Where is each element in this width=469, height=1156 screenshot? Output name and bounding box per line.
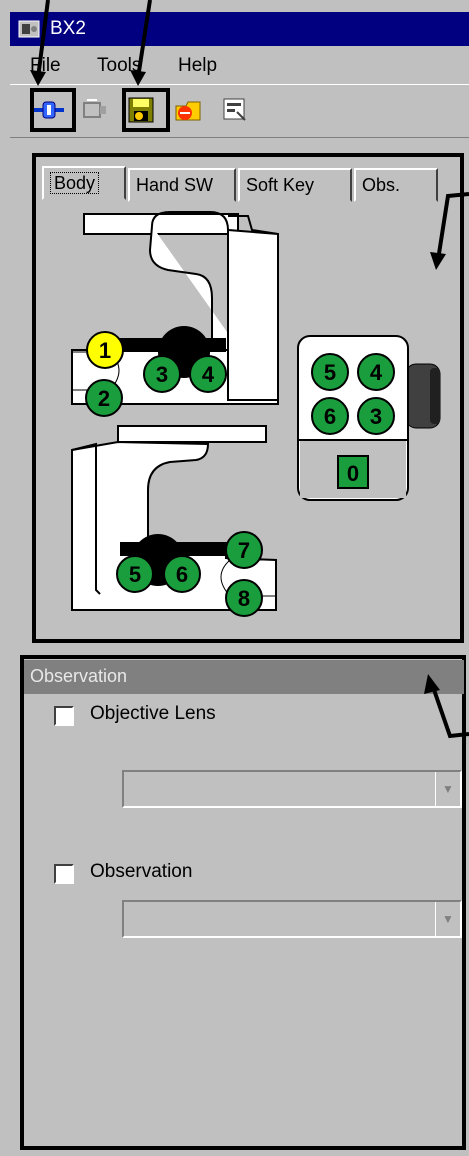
observation-select[interactable]: ▼ [122,900,462,938]
body-button-6-label: 6 [176,562,188,587]
disconnect-icon [83,99,106,118]
body-button-1-label: 1 [99,338,111,363]
hand-button-4-label: 4 [370,360,383,385]
observation-label: Observation [90,861,193,882]
hand-button-5-label: 5 [324,360,336,385]
observation-checkbox[interactable] [54,864,74,884]
hand-button-0-label: 0 [347,461,359,486]
objective-lens-checkbox[interactable] [54,706,74,726]
annotation-arrow-panel [430,192,469,270]
body-button-2-label: 2 [98,386,110,411]
app-window: BX2 File Tools Help Body Hand SW Soft Ke… [0,0,469,1156]
chevron-down-icon[interactable]: ▼ [435,772,460,806]
annotation-arrows-top [30,0,152,86]
body-button-5-label: 5 [129,562,141,587]
settings-icon [223,98,246,121]
hand-button-6-label: 6 [324,404,336,429]
chevron-down-icon[interactable]: ▼ [435,902,460,936]
body-button-4-label: 4 [202,362,215,387]
load-icon [175,101,201,121]
hand-button-3-label: 3 [370,404,382,429]
objective-lens-label: Objective Lens [90,703,216,724]
body-button-7-label: 7 [238,538,250,563]
body-button-8-label: 8 [238,586,250,611]
objective-lens-select[interactable]: ▼ [122,770,462,808]
hand-switch-unit: 5 4 6 3 0 [297,335,441,501]
body-diagram: 1 2 3 4 5 6 7 8 5 4 6 3 0 [71,192,469,617]
body-button-3-label: 3 [156,362,168,387]
